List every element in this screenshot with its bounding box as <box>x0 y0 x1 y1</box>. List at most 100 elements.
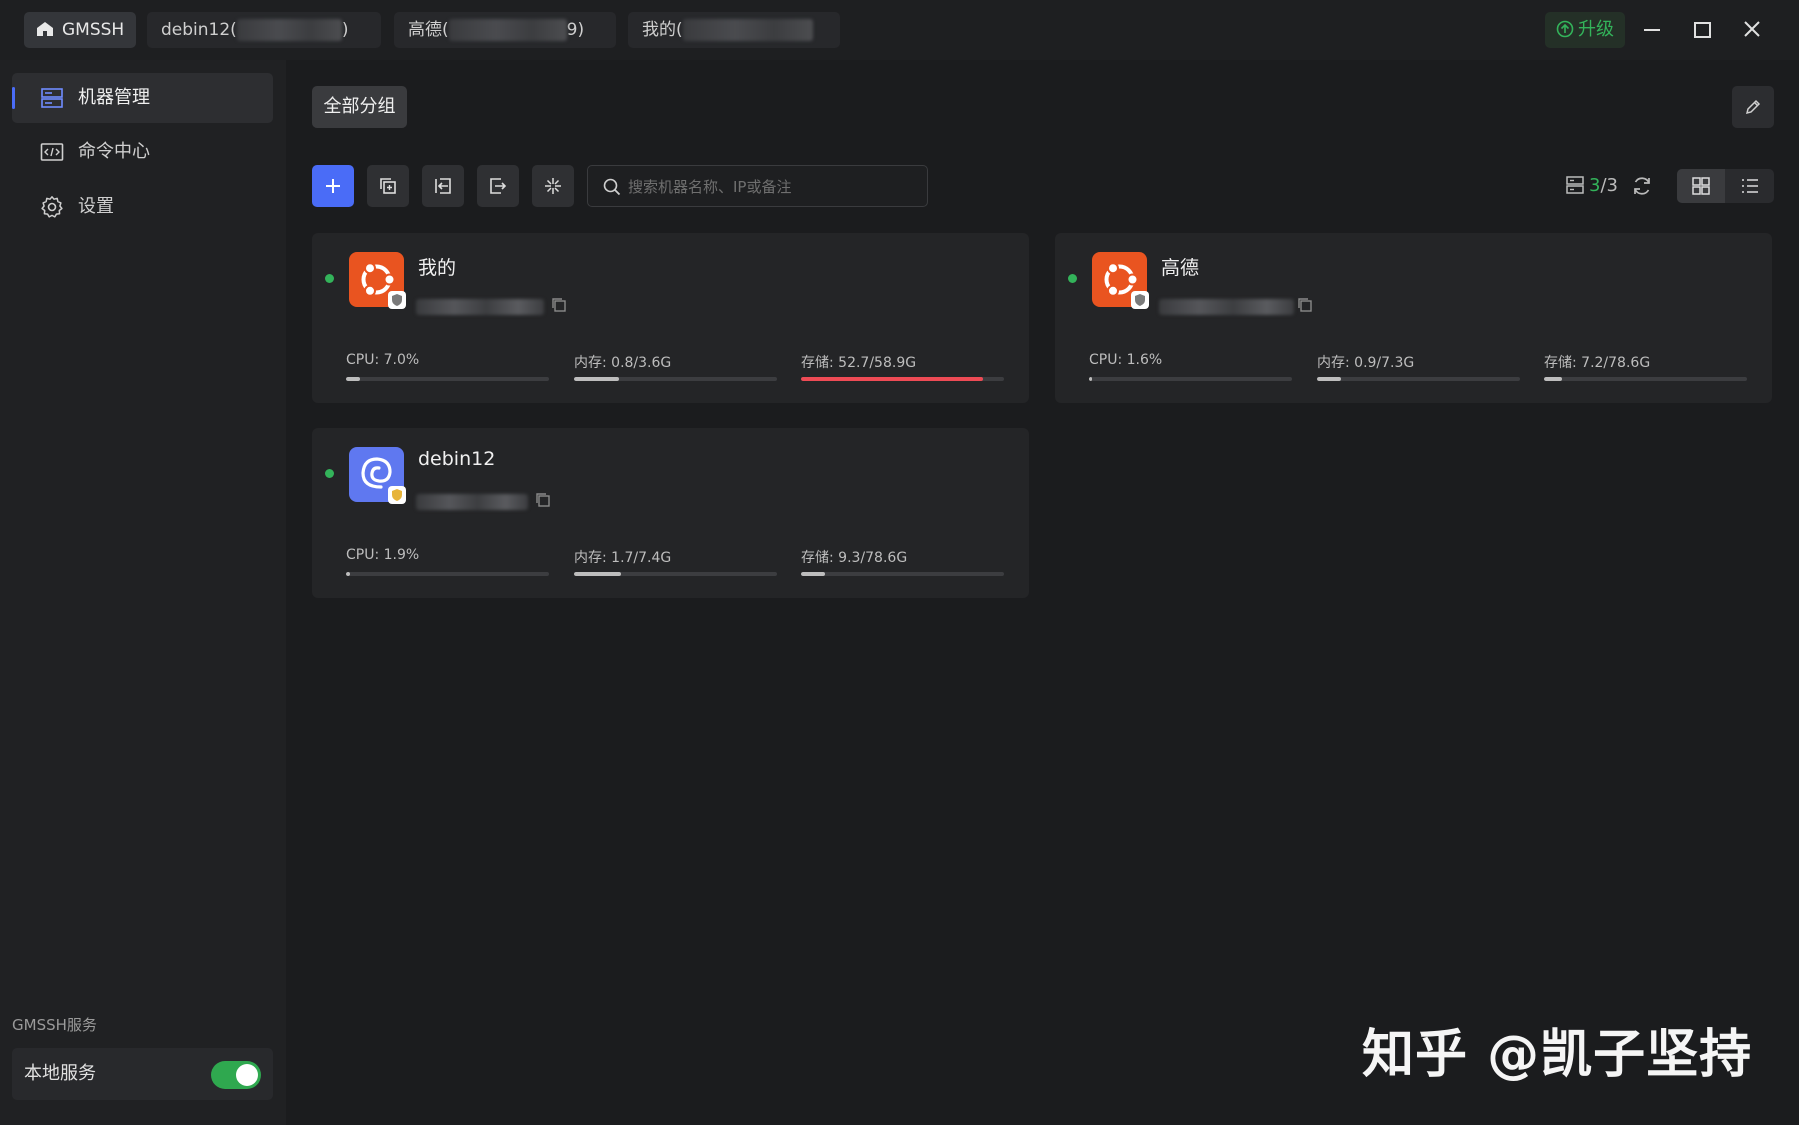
shield-badge-icon <box>1131 291 1149 309</box>
cpu-label: CPU: 1.9% <box>346 547 420 563</box>
tab-gmssh-home[interactable]: GMSSH <box>24 12 136 48</box>
machine-count-total: /3 <box>1600 175 1618 196</box>
group-filter-all[interactable]: 全部分组 <box>312 86 407 128</box>
ubuntu-logo-icon <box>349 252 406 309</box>
copy-icon[interactable] <box>534 491 552 509</box>
copy-icon[interactable] <box>1296 296 1314 314</box>
service-section-title: GMSSH服务 <box>12 1016 97 1034</box>
tab-wode[interactable]: 我的( <box>628 12 840 48</box>
machine-card[interactable]: debin12 CPU: 1.9% 内存: 1.7/7.4G 存储: 9.3/7… <box>312 428 1029 598</box>
refresh-icon <box>1634 177 1650 195</box>
memory-label: 内存: 0.8/3.6G <box>574 355 672 371</box>
online-status-dot <box>325 274 334 283</box>
storage-bar-fill <box>1544 377 1563 381</box>
machine-count-current: 3 <box>1589 175 1601 196</box>
sidebar-item-machine-management[interactable]: 机器管理 <box>12 73 273 123</box>
sidebar-item-command-center[interactable]: 命令中心 <box>12 127 273 177</box>
plus-icon <box>326 179 340 193</box>
storage-metric: 存储: 7.2/78.6G <box>1544 352 1747 381</box>
cpu-bar <box>346 377 549 381</box>
memory-label: 内存: 0.9/7.3G <box>1317 355 1415 371</box>
edit-groups-button[interactable] <box>1732 86 1774 128</box>
search-icon <box>603 178 621 196</box>
machine-name: 我的 <box>418 257 457 279</box>
memory-metric: 内存: 0.9/7.3G <box>1317 352 1520 381</box>
gear-icon <box>41 196 63 218</box>
upgrade-button[interactable]: 升级 <box>1545 12 1625 48</box>
server-list-icon <box>41 88 63 108</box>
home-icon <box>37 22 53 36</box>
copy-icon[interactable] <box>550 296 568 314</box>
sidebar-item-settings[interactable]: 设置 <box>12 182 273 232</box>
memory-bar <box>574 377 777 381</box>
machine-name: 高德 <box>1161 257 1200 279</box>
add-machine-button[interactable] <box>312 165 354 207</box>
duplicate-button[interactable] <box>367 165 409 207</box>
memory-label: 内存: 1.7/7.4G <box>574 550 672 566</box>
storage-metric: 存储: 52.7/58.9G <box>801 352 1004 381</box>
grid-view-button[interactable] <box>1677 169 1725 203</box>
view-mode-toggle <box>1677 169 1774 203</box>
tab-label-suffix: 9) <box>566 20 585 40</box>
cpu-bar <box>1089 377 1292 381</box>
maximize-button[interactable] <box>1686 14 1718 46</box>
memory-metric: 内存: 0.8/3.6G <box>574 352 777 381</box>
grid-icon <box>1692 177 1710 195</box>
export-button[interactable] <box>477 165 519 207</box>
memory-bar-fill <box>1317 377 1342 381</box>
cpu-bar-fill <box>346 377 361 381</box>
memory-bar-fill <box>574 377 619 381</box>
minimize-icon <box>1644 29 1660 31</box>
maximize-icon <box>1694 22 1711 38</box>
import-button[interactable] <box>422 165 464 207</box>
storage-label: 存储: 52.7/58.9G <box>801 355 917 371</box>
tab-label: debin12( <box>161 20 237 40</box>
cpu-bar-fill <box>1089 377 1093 381</box>
copy-add-icon <box>380 178 396 194</box>
machine-name: debin12 <box>418 448 496 470</box>
upgrade-arrow-icon <box>1556 20 1574 38</box>
sparkle-icon <box>545 178 561 194</box>
title-bar: GMSSH debin12() 高德( 9) 我的( 升级 <box>0 0 1799 60</box>
list-view-button[interactable] <box>1726 169 1774 203</box>
tab-label: 高德( <box>408 20 449 40</box>
redacted-ip <box>236 19 342 41</box>
refresh-button[interactable] <box>1630 174 1654 198</box>
close-icon <box>1744 21 1760 37</box>
upgrade-label: 升级 <box>1578 19 1614 40</box>
memory-bar <box>1317 377 1520 381</box>
server-count-icon <box>1566 176 1584 194</box>
cpu-metric: CPU: 1.9% <box>346 547 549 576</box>
storage-metric: 存储: 9.3/78.6G <box>801 547 1004 576</box>
redacted-ip <box>1159 299 1294 315</box>
storage-bar <box>801 377 1004 381</box>
cpu-metric: CPU: 7.0% <box>346 352 549 381</box>
cpu-bar-fill <box>346 572 350 576</box>
export-icon <box>490 178 507 194</box>
sidebar-item-label: 设置 <box>78 196 114 217</box>
redacted-ip <box>448 19 567 41</box>
ubuntu-logo-icon <box>1092 252 1149 309</box>
tab-debin12[interactable]: debin12() <box>147 12 381 48</box>
online-status-dot <box>325 469 334 478</box>
tab-gaode[interactable]: 高德( 9) <box>394 12 616 48</box>
batch-action-button[interactable] <box>532 165 574 207</box>
redacted-ip <box>682 19 813 41</box>
local-service-toggle[interactable] <box>211 1061 261 1089</box>
import-icon <box>435 178 451 194</box>
storage-label: 存储: 7.2/78.6G <box>1544 355 1651 371</box>
sidebar-item-label: 机器管理 <box>78 87 150 108</box>
cpu-bar <box>346 572 549 576</box>
storage-bar-fill <box>801 377 983 381</box>
terminal-code-icon <box>40 143 64 161</box>
machine-card[interactable]: 高德 CPU: 1.6% 内存: 0.9/7.3G 存储: 7.2/78.6G <box>1055 233 1772 403</box>
cpu-metric: CPU: 1.6% <box>1089 352 1292 381</box>
local-service-row: 本地服务 <box>12 1048 273 1100</box>
close-button[interactable] <box>1736 14 1768 46</box>
memory-metric: 内存: 1.7/7.4G <box>574 547 777 576</box>
local-service-label: 本地服务 <box>24 1063 96 1084</box>
machine-card[interactable]: 我的 CPU: 7.0% 内存: 0.8/3.6G 存储: 52.7/58.9G <box>312 233 1029 403</box>
minimize-button[interactable] <box>1636 14 1668 46</box>
search-input[interactable] <box>626 166 920 208</box>
tab-label: 我的( <box>642 20 683 40</box>
